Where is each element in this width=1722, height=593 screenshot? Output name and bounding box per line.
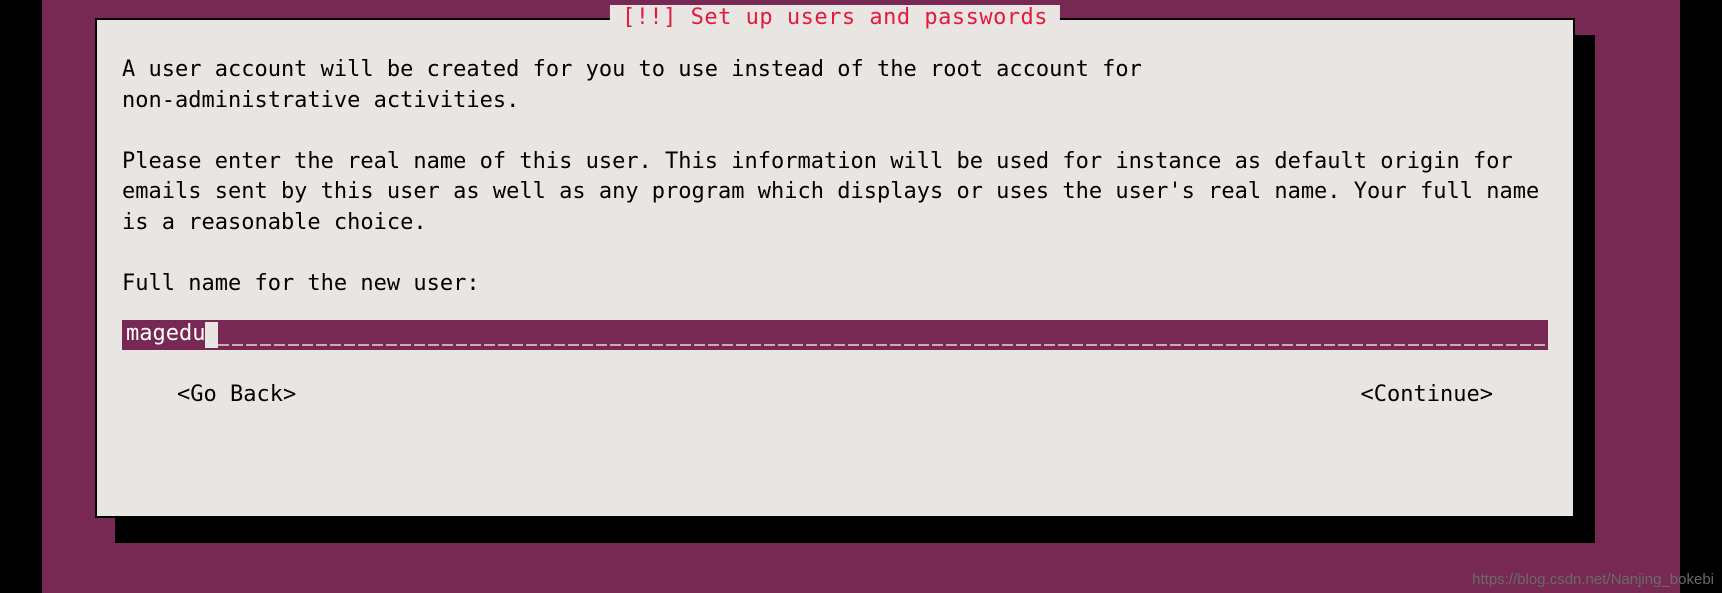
user-setup-dialog: [!!] Set up users and passwords A user a… [95,18,1575,518]
dialog-content: A user account will be created for you t… [97,20,1573,436]
input-value: magedu [122,320,205,350]
input-underline [218,320,1548,350]
description-paragraph-1: A user account will be created for you t… [122,55,1548,117]
go-back-button[interactable]: <Go Back> [177,380,296,411]
description-paragraph-2: Please enter the real name of this user.… [122,147,1548,239]
input-prompt: Full name for the new user: [122,269,1548,300]
fullname-input[interactable]: magedu [122,320,1548,350]
continue-button[interactable]: <Continue> [1361,380,1493,411]
text-cursor [205,322,218,348]
button-row: <Go Back> <Continue> [122,380,1548,411]
watermark: https://blog.csdn.net/Nanjing_bokebi [1472,571,1714,588]
dialog-title: [!!] Set up users and passwords [610,5,1060,30]
